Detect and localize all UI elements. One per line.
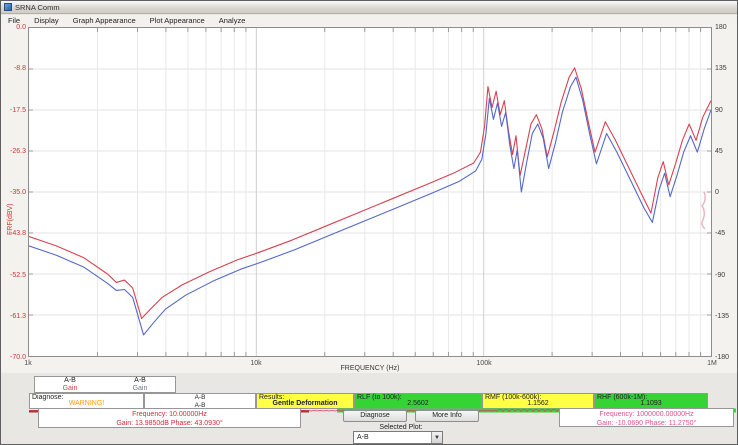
y-left-tick: -43.8 (2, 230, 26, 237)
menu-bar: FileDisplayGraph AppearancePlot Appearan… (1, 15, 737, 25)
x-tick: 1k (24, 360, 31, 367)
menu-item-plot-appearance[interactable]: Plot Appearance (143, 16, 212, 25)
legend-box: A-BGainA-BGain (34, 376, 176, 393)
y-right-tick: -135 (715, 313, 738, 320)
frf-trace (29, 77, 711, 335)
y-left-tick: -26.3 (2, 148, 26, 155)
legend-entry: A-BGain (105, 377, 175, 392)
legend-series-label: Gain (35, 385, 105, 393)
compared-plot-1: A-B (145, 394, 255, 402)
y-right-tick: 90 (715, 107, 738, 114)
y-right-tick: -45 (715, 230, 738, 237)
x-tick: 10k (250, 360, 261, 367)
menu-item-graph-appearance[interactable]: Graph Appearance (66, 16, 143, 25)
y-right-tick: 0 (715, 189, 738, 196)
y-left-tick: -35.0 (2, 189, 26, 196)
y-right-tick: 45 (715, 148, 738, 155)
y-right-tick: -180 (715, 354, 738, 361)
x-tick: 1M (707, 360, 717, 367)
cursor-right-frequency: Frequency: 1000000.00000Hz (560, 410, 733, 419)
x-axis-label: FREQUENCY (Hz) (341, 365, 400, 372)
diagnose-button[interactable]: Diagnose (343, 410, 407, 422)
frf-trace (29, 68, 711, 319)
more-info-button[interactable]: More Info (415, 410, 479, 422)
y-left-tick: -61.3 (2, 313, 26, 320)
y-left-tick: -17.5 (2, 107, 26, 114)
legend-series-label: Gain (105, 385, 175, 393)
y-right-tick: 135 (715, 65, 738, 72)
app-icon (4, 3, 12, 11)
cursor-left-gain-phase: Gain: 13.9850dB Phase: 43.0930° (39, 419, 300, 428)
cursor-readout-left: Frequency: 10.00000Hz Gain: 13.9850dB Ph… (38, 408, 301, 428)
legend-plot-name: A-B (35, 377, 105, 385)
chevron-down-icon[interactable]: ▼ (431, 432, 442, 443)
selected-plot-label: Selected Plot: (379, 424, 422, 431)
window-title: SRNA Comm (15, 3, 60, 12)
cursor-left-frequency: Frequency: 10.00000Hz (39, 410, 300, 419)
legend-plot-name: A-B (105, 377, 175, 385)
selected-plot-dropdown[interactable]: A-B ▼ (353, 431, 443, 444)
y-right-tick: 180 (715, 24, 738, 31)
frf-chart-svg (29, 28, 711, 356)
y-left-tick: -52.5 (2, 272, 26, 279)
menu-item-display[interactable]: Display (27, 16, 66, 25)
y-left-tick: -8.8 (2, 65, 26, 72)
cursor-readout-right: Frequency: 1000000.00000Hz Gain: -10.069… (559, 408, 734, 427)
y-right-tick: -90 (715, 272, 738, 279)
cursor-right-gain-phase: Gain: -10.0690 Phase: 11.2750° (560, 419, 733, 428)
selected-plot-value: A-B (354, 434, 431, 441)
cursor-marker (702, 192, 705, 229)
menu-item-analyze[interactable]: Analyze (212, 16, 253, 25)
title-bar[interactable]: SRNA Comm (1, 1, 737, 14)
y-left-tick: 0.0 (2, 24, 26, 31)
frf-plot-area[interactable] (28, 27, 712, 357)
legend-entry: A-BGain (35, 377, 105, 392)
x-tick: 100k (476, 360, 491, 367)
app-window: SRNA Comm FileDisplayGraph AppearancePlo… (0, 0, 738, 445)
y-left-tick: -70.0 (2, 354, 26, 361)
